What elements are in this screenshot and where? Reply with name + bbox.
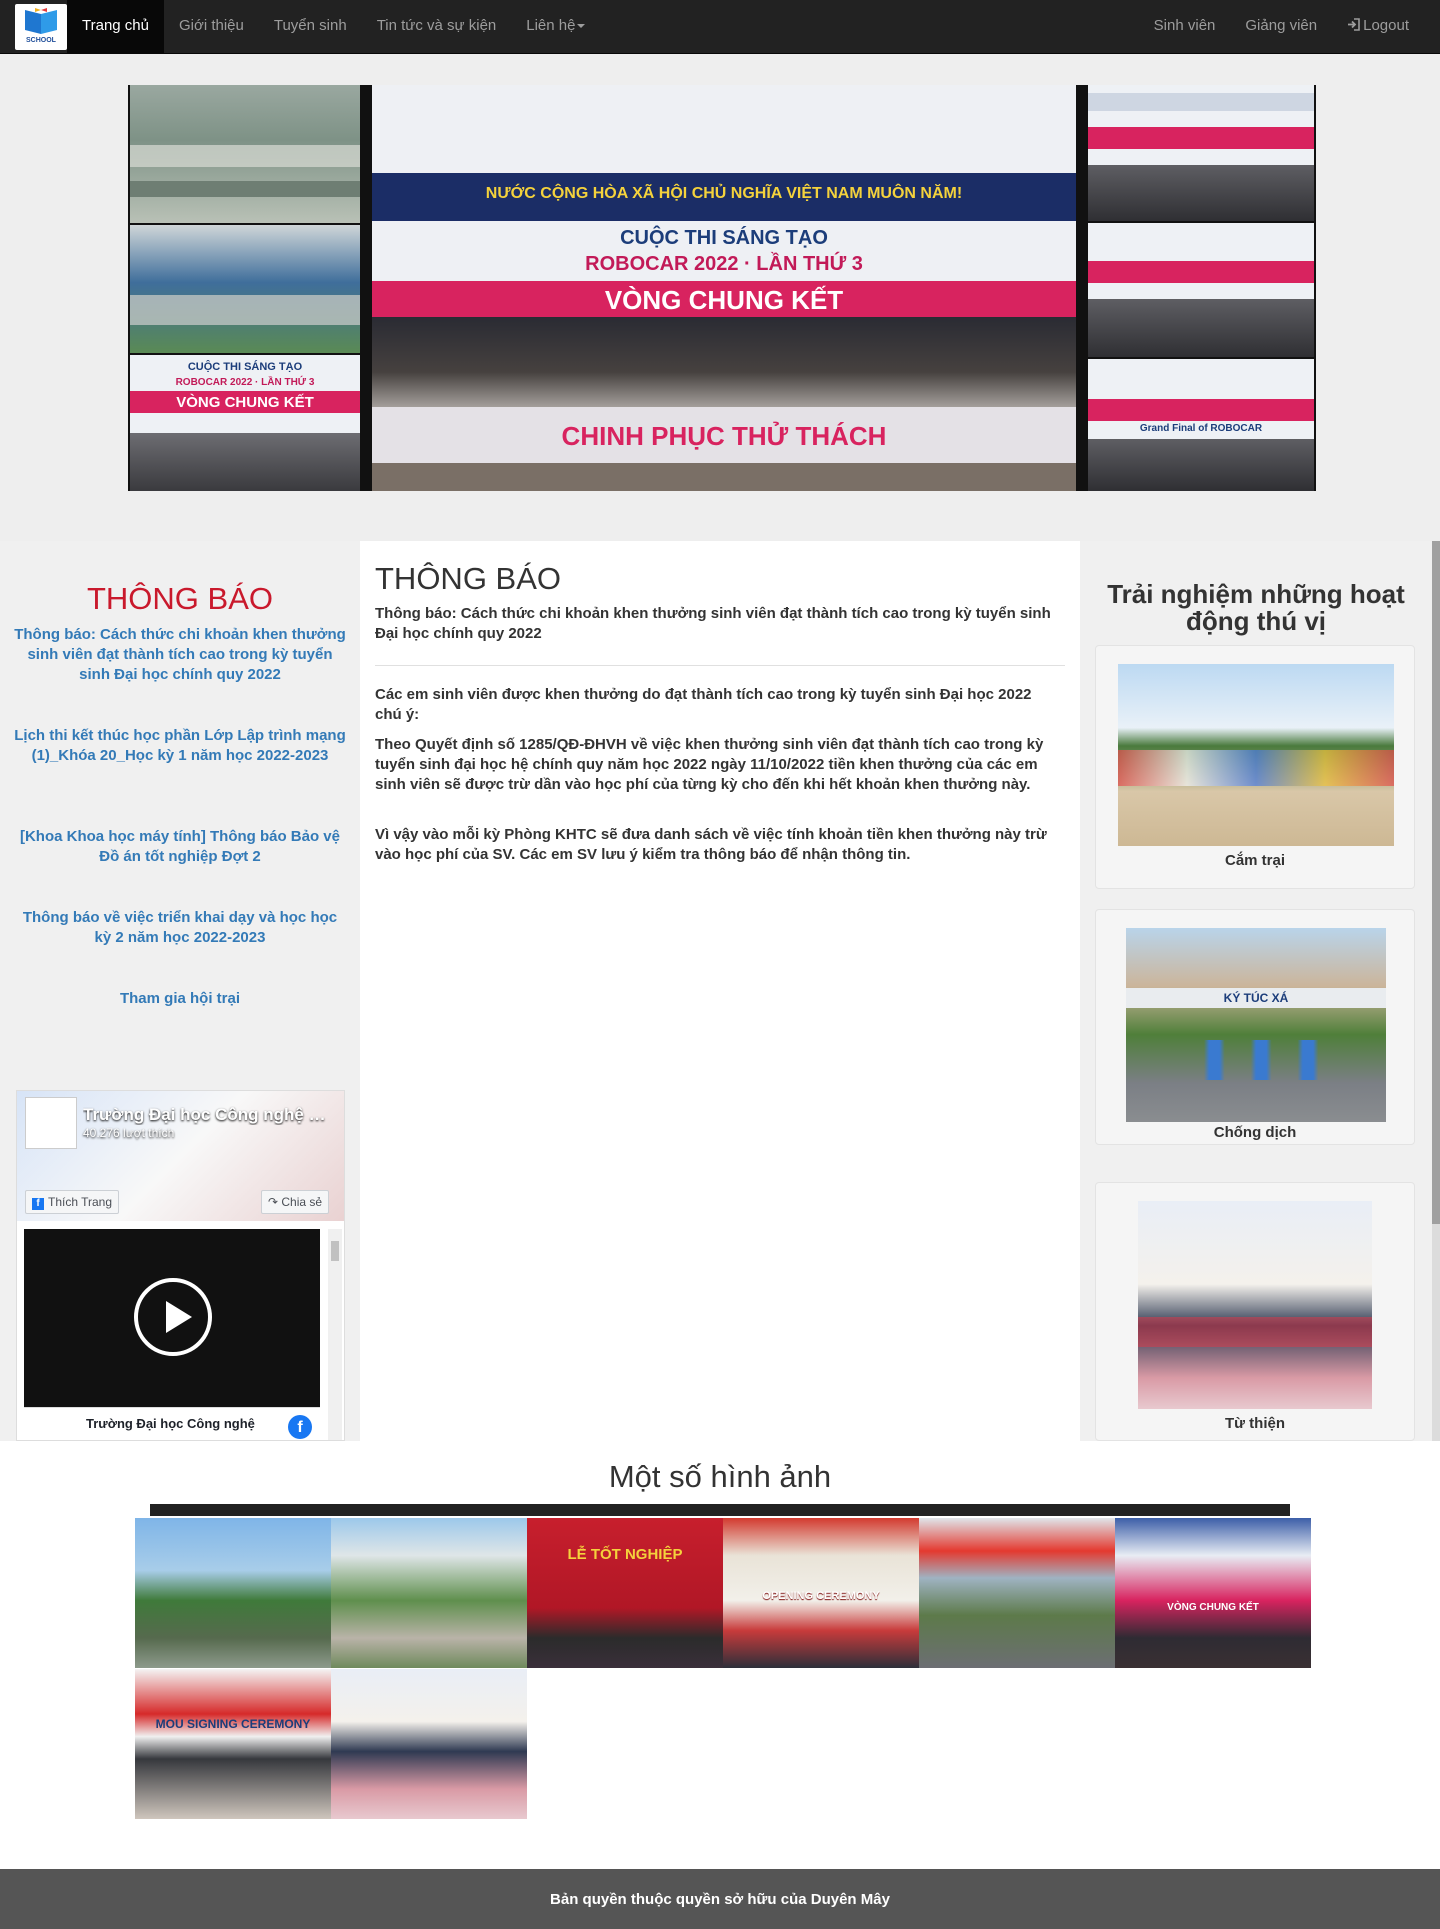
logout-icon bbox=[1348, 18, 1360, 31]
notice-content: THÔNG BÁO Thông báo: Cách thức chi khoản… bbox=[360, 541, 1080, 1441]
activities-scrollbar[interactable] bbox=[1432, 541, 1440, 1441]
copyright-text: Bản quyền thuộc quyền sở hữu của Duyên M… bbox=[550, 1891, 890, 1908]
play-icon[interactable] bbox=[134, 1278, 212, 1356]
nav-contact-dropdown[interactable]: Liên hệ bbox=[511, 0, 600, 53]
scrollbar-thumb[interactable] bbox=[1432, 541, 1440, 1224]
side-heading: CUỘC THI SÁNG TẠO bbox=[187, 361, 303, 373]
gallery-image[interactable]: MOU SIGNING CEREMONY bbox=[135, 1669, 331, 1819]
gallery-image[interactable] bbox=[135, 1518, 331, 1668]
fb-video-player[interactable] bbox=[24, 1229, 320, 1407]
nav-home[interactable]: Trang chủ bbox=[67, 0, 164, 53]
activity-card-anti-epidemic[interactable]: KÝ TÚC XÁ Chống dịch bbox=[1095, 909, 1415, 1145]
fb-page-title[interactable]: Trường Đại học Công nghệ Thông tin và Tr… bbox=[83, 1105, 333, 1125]
facebook-icon[interactable]: f bbox=[288, 1415, 312, 1439]
notice-paragraph: Theo Quyết định số 1285/QĐ-ĐHVH về việc … bbox=[375, 736, 1044, 793]
notice-paragraph: Vì vậy vào mỗi kỳ Phòng KHTC sẽ đưa danh… bbox=[375, 826, 1047, 863]
activity-caption: Cắm trại bbox=[1224, 852, 1286, 869]
anti-epidemic-photo: KÝ TÚC XÁ bbox=[1126, 928, 1386, 1122]
fb-feed-scrollbar[interactable] bbox=[328, 1229, 342, 1440]
left-notice-column: THÔNG BÁO Thông báo: Cách thức chi khoản… bbox=[0, 541, 360, 1441]
top-navbar: SCHOOL Trang chủ Giới thiệu Tuyển sinh T… bbox=[0, 0, 1440, 54]
gallery-image[interactable]: VÒNG CHUNG KẾT bbox=[1115, 1518, 1311, 1668]
dorm-sign-text: KÝ TÚC XÁ bbox=[1223, 991, 1289, 1005]
fb-share-button[interactable]: ↷ Chia sẻ bbox=[261, 1190, 330, 1214]
collage-photo-award-right-3: Grand Final of ROBOCAR bbox=[1088, 359, 1314, 491]
notice-link[interactable]: Thông báo về việc triển khai dạy và học … bbox=[14, 908, 346, 948]
collage-photo-main-group: NƯỚC CỘNG HÒA XÃ HỘI CHỦ NGHĨA VIỆT NAM … bbox=[372, 85, 1076, 491]
fb-like-count: 40.276 lượt thích bbox=[83, 1126, 175, 1140]
gallery-image[interactable]: LỄ TỐT NGHIỆP bbox=[527, 1518, 723, 1668]
collage-photo-award-right-2 bbox=[1088, 223, 1314, 357]
main-sub: ROBOCAR 2022 · LẦN THỨ 3 bbox=[585, 253, 863, 275]
fb-like-page-button[interactable]: f Thích Trang bbox=[25, 1190, 120, 1214]
divider bbox=[375, 665, 1065, 666]
nav-admissions[interactable]: Tuyển sinh bbox=[259, 0, 362, 53]
notice-link[interactable]: Tham gia hội trại bbox=[14, 989, 346, 1009]
nav-contact-label: Liên hệ bbox=[526, 17, 576, 34]
nav-students[interactable]: Sinh viên bbox=[1139, 0, 1231, 53]
robocar-photo-collage: CUỘC THI SÁNG TẠO ROBOCAR 2022 · LẦN THỨ… bbox=[128, 85, 1316, 491]
hero-banner: CUỘC THI SÁNG TẠO ROBOCAR 2022 · LẦN THỨ… bbox=[0, 54, 1440, 541]
side-grand: Grand Final of ROBOCAR bbox=[1139, 423, 1263, 434]
activities-column: Trải nghiệm những hoạt động thú vị Cắm t… bbox=[1080, 541, 1432, 1441]
gallery-image-label: LỄ TỐT NGHIỆP bbox=[567, 1546, 683, 1563]
fb-cover-image: Trường Đại học Công nghệ Thông tin và Tr… bbox=[17, 1091, 344, 1221]
activity-card-camping[interactable]: Cắm trại bbox=[1095, 645, 1415, 889]
fb-page-avatar[interactable] bbox=[25, 1097, 77, 1149]
main-slogan-top: NƯỚC CỘNG HÒA XÃ HỘI CHỦ NGHĨA VIỆT NAM … bbox=[485, 185, 963, 202]
facebook-page-widget: Trường Đại học Công nghệ Thông tin và Tr… bbox=[16, 1090, 345, 1441]
notice-paragraph: Các em sinh viên được khen thưởng do đạt… bbox=[375, 686, 1032, 723]
fb-share-label: Chia sẻ bbox=[281, 1195, 323, 1209]
notice-subtitle: Thông báo: Cách thức chi khoản khen thưở… bbox=[375, 605, 1051, 642]
gallery-title: Một số hình ảnh bbox=[608, 1459, 832, 1494]
logout-label: Logout bbox=[1363, 17, 1409, 34]
facebook-icon: f bbox=[32, 1198, 44, 1210]
gallery-image-label: VÒNG CHUNG KẾT bbox=[1167, 1602, 1259, 1613]
collage-photo-award-left: CUỘC THI SÁNG TẠO ROBOCAR 2022 · LẦN THỨ… bbox=[130, 355, 360, 491]
caret-down-icon bbox=[577, 24, 586, 29]
gallery-image-label: MOU SIGNING CEREMONY bbox=[155, 1717, 311, 1731]
activity-caption: Từ thiện bbox=[1224, 1415, 1286, 1432]
main-bottom: CHINH PHỤC THỬ THÁCH bbox=[561, 421, 887, 451]
gallery-image[interactable] bbox=[331, 1518, 527, 1668]
gallery-image[interactable] bbox=[331, 1669, 527, 1819]
collage-photo-arena-hall bbox=[130, 225, 360, 353]
camping-photo bbox=[1118, 664, 1394, 846]
logout-button[interactable]: Logout bbox=[1332, 0, 1424, 53]
school-logo[interactable]: SCHOOL bbox=[15, 4, 67, 50]
nav-lecturers[interactable]: Giảng viên bbox=[1230, 0, 1332, 53]
page-footer: Bản quyền thuộc quyền sở hữu của Duyên M… bbox=[0, 1869, 1440, 1929]
book-logo-icon bbox=[25, 8, 57, 34]
activities-title: Trải nghiệm những hoạt động thú vị bbox=[1107, 579, 1405, 636]
collage-photo-arena-top bbox=[130, 85, 360, 223]
side-red: VÒNG CHUNG KẾT bbox=[176, 394, 314, 411]
notice-link[interactable]: [Khoa Khoa học máy tính] Thông báo Bảo v… bbox=[14, 827, 346, 867]
nav-about[interactable]: Giới thiệu bbox=[164, 0, 259, 53]
gallery-image-label: OPENING CEREMONY bbox=[762, 1590, 880, 1602]
logo-text: SCHOOL bbox=[26, 37, 56, 44]
activity-caption: Chống dịch bbox=[1213, 1124, 1297, 1141]
share-icon: ↷ bbox=[268, 1195, 282, 1209]
gallery-top-bar bbox=[150, 1504, 1290, 1516]
fb-like-label: Thích Trang bbox=[48, 1195, 113, 1209]
nav-news-events[interactable]: Tin tức và sự kiện bbox=[362, 0, 512, 53]
charity-photo bbox=[1138, 1201, 1372, 1409]
activity-card-charity[interactable]: Từ thiện bbox=[1095, 1182, 1415, 1441]
notice-link[interactable]: Thông báo: Cách thức chi khoản khen thưở… bbox=[14, 625, 346, 685]
side-sub: ROBOCAR 2022 · LẦN THỨ 3 bbox=[175, 377, 315, 388]
fb-post-header: Trường Đại học Công nghệ f bbox=[24, 1407, 320, 1440]
gallery-image[interactable] bbox=[919, 1518, 1115, 1668]
fb-post-author[interactable]: Trường Đại học Công nghệ bbox=[86, 1416, 255, 1431]
notice-title: THÔNG BÁO bbox=[375, 561, 562, 596]
notice-link[interactable]: Lịch thi kết thúc học phần Lớp Lập trình… bbox=[14, 726, 346, 766]
collage-photo-award-right-1 bbox=[1088, 85, 1314, 221]
notice-column-title: THÔNG BÁO bbox=[86, 581, 273, 616]
main-red: VÒNG CHUNG KẾT bbox=[604, 285, 844, 315]
gallery-image[interactable]: OPENING CEREMONY bbox=[723, 1518, 919, 1668]
main-heading: CUỘC THI SÁNG TẠO bbox=[620, 227, 828, 249]
